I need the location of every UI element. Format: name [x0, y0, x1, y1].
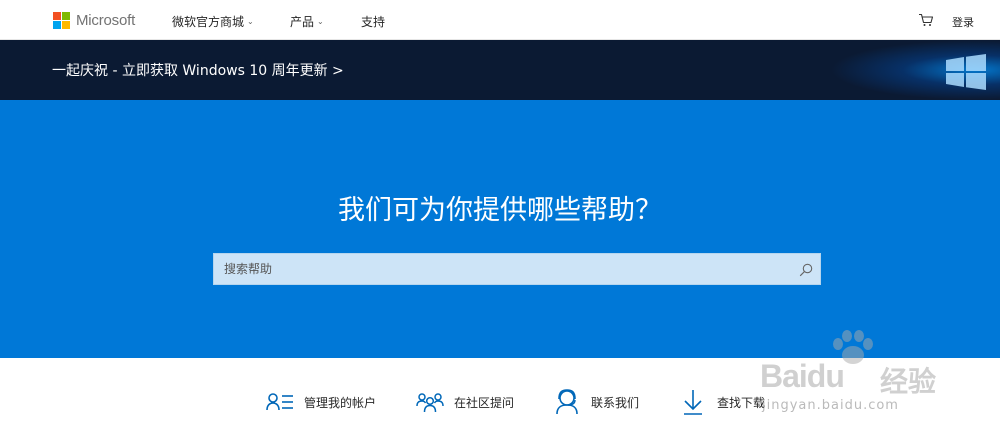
microsoft-logo[interactable]: Microsoft [53, 12, 135, 29]
microsoft-logo-icon [53, 12, 70, 29]
quick-link-downloads[interactable]: 查找下载 [679, 388, 765, 416]
nav-item-products[interactable]: 产品 ⌄ [290, 13, 324, 30]
quick-links: 管理我的帐户 在社区提问 联系我们 查找下载 [0, 358, 1000, 440]
search-button[interactable] [796, 260, 816, 280]
account-list-icon [266, 388, 294, 416]
quick-link-label: 联系我们 [591, 395, 640, 410]
quick-link-account[interactable]: 管理我的帐户 [266, 388, 376, 416]
login-link[interactable]: 登录 [952, 14, 974, 30]
hero-title: 我们可为你提供哪些帮助？ [338, 195, 662, 226]
quick-link-community[interactable]: 在社区提问 [416, 388, 514, 416]
download-icon [679, 388, 707, 416]
hero-section: 我们可为你提供哪些帮助？ [0, 100, 1000, 358]
headset-icon [553, 388, 581, 416]
search-box [213, 253, 821, 285]
search-input[interactable] [214, 254, 784, 284]
brand-name: Microsoft [76, 12, 136, 29]
search-icon [799, 263, 813, 277]
nav-item-label: 产品 [290, 15, 315, 29]
community-icon [416, 388, 444, 416]
quick-link-label: 查找下载 [717, 395, 766, 410]
windows-logo-icon [946, 54, 986, 90]
nav-item-support[interactable]: 支持 [361, 13, 385, 30]
nav-item-label: 支持 [361, 15, 386, 29]
quick-link-label: 管理我的帐户 [304, 395, 377, 410]
promo-text[interactable]: 一起庆祝 - 立即获取 Windows 10 周年更新 > [52, 60, 344, 80]
quick-link-label: 在社区提问 [454, 395, 515, 410]
cart-icon[interactable] [918, 13, 934, 27]
quick-link-contact[interactable]: 联系我们 [553, 388, 639, 416]
site-header: Microsoft 微软官方商城 ⌄ 产品 ⌄ 支持 登录 [0, 0, 1000, 40]
chevron-down-icon: ⌄ [317, 17, 324, 26]
chevron-down-icon: ⌄ [247, 17, 254, 26]
nav-item-store[interactable]: 微软官方商城 ⌄ [172, 13, 254, 30]
promo-banner[interactable]: 一起庆祝 - 立即获取 Windows 10 周年更新 > [0, 40, 1000, 100]
nav-item-label: 微软官方商城 [172, 15, 245, 29]
